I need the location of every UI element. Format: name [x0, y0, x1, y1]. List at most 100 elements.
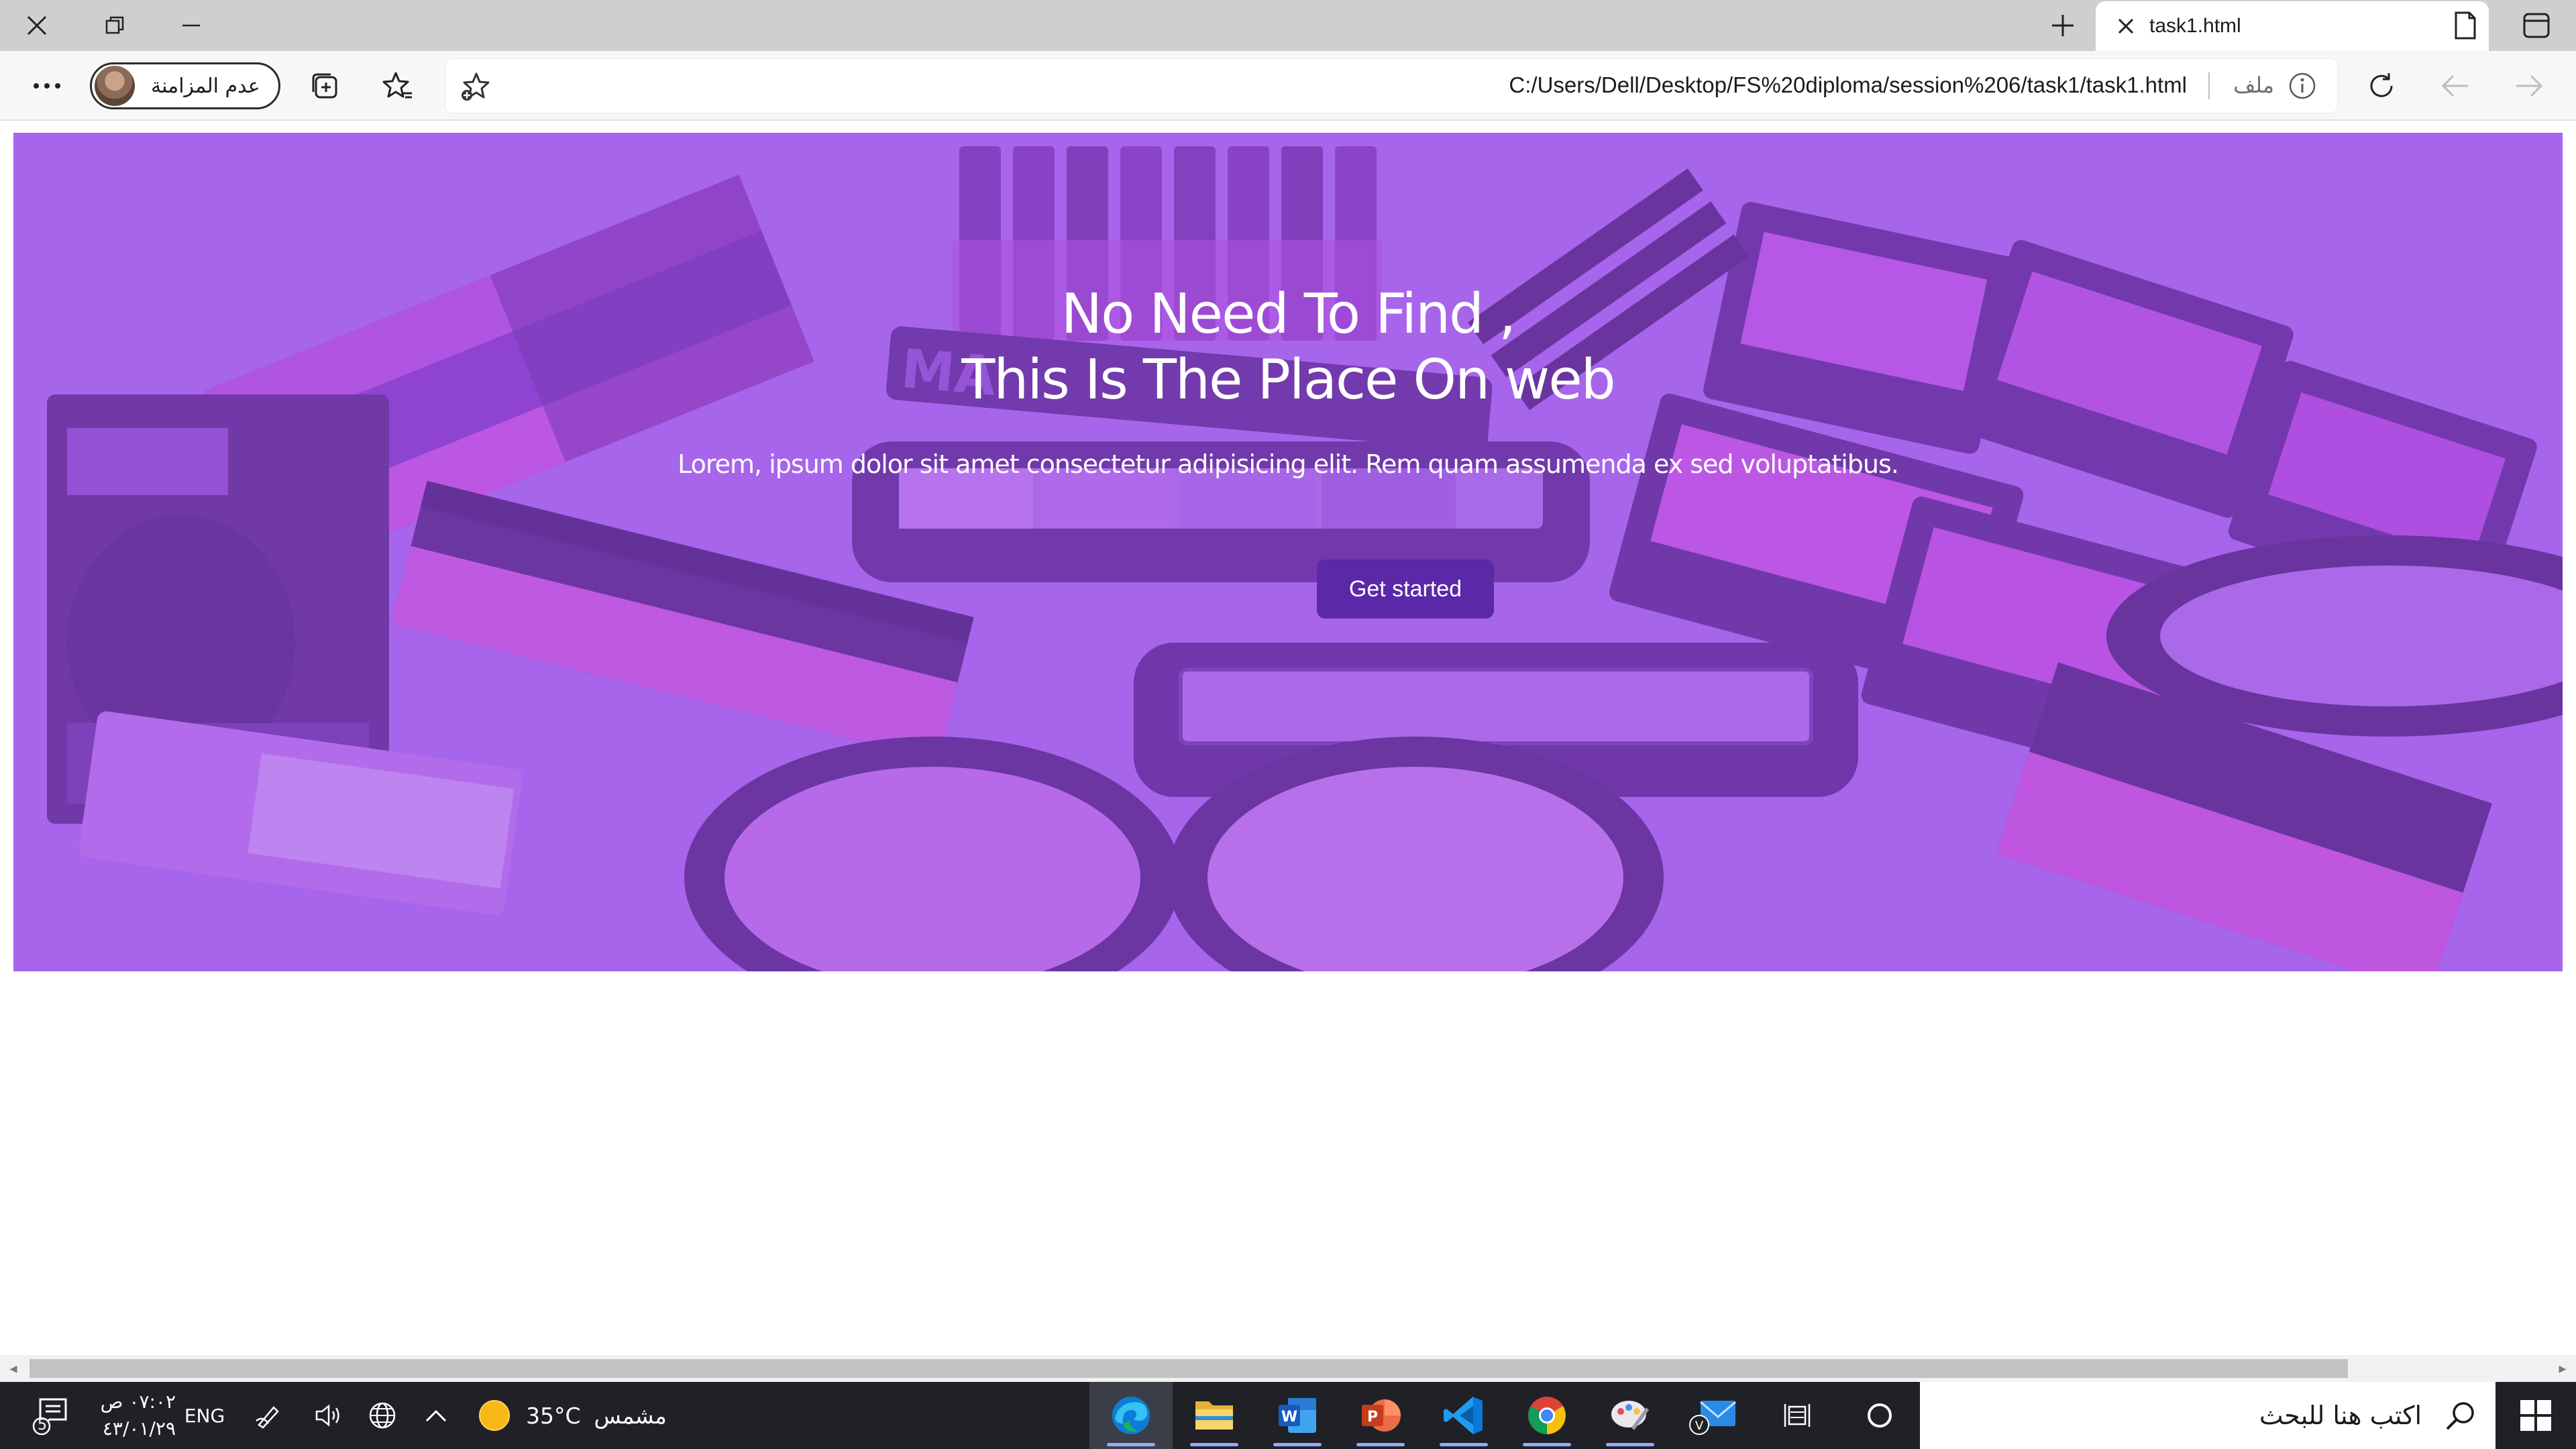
- restore-icon: [105, 16, 124, 34]
- clock-time: ٠٧:٠٢ ص: [100, 1391, 176, 1413]
- notifications-button[interactable]: 5: [24, 1382, 78, 1449]
- search-input[interactable]: اكتب هنا للبحث: [2259, 1401, 2422, 1430]
- taskbar-search[interactable]: اكتب هنا للبحث: [1920, 1382, 2496, 1449]
- arrow-left-icon: [2441, 74, 2468, 97]
- volume-icon: [315, 1404, 339, 1427]
- taskbar-file-explorer[interactable]: [1173, 1382, 1256, 1449]
- running-indicator: [1273, 1443, 1322, 1446]
- title-bar: task1.html: [0, 0, 2576, 51]
- chrome-icon: [1528, 1397, 1566, 1434]
- cortana-icon: [1868, 1403, 1892, 1428]
- favorites-list-icon: [382, 72, 412, 99]
- refresh-icon: [2370, 73, 2393, 97]
- running-indicator: [1440, 1443, 1488, 1446]
- volume-button[interactable]: [309, 1382, 349, 1449]
- address-bar[interactable]: C:/Users/Dell/Desktop/FS%20diploma/sessi…: [445, 59, 2337, 113]
- refresh-button[interactable]: [2355, 59, 2408, 113]
- pen-button[interactable]: [248, 1382, 288, 1449]
- favorites-button[interactable]: [370, 59, 424, 113]
- plus-icon: [2052, 15, 2074, 36]
- chevron-up-icon: [425, 1409, 447, 1422]
- url-divider: [2208, 72, 2210, 99]
- horizontal-scrollbar[interactable]: ◂ ▸: [0, 1355, 2576, 1382]
- taskbar-vscode[interactable]: [1422, 1382, 1505, 1449]
- tab-actions-button[interactable]: [2435, 0, 2496, 51]
- browser-toolbar: عدم المزامنة C:/Users/Dell/Desktop/FS%20…: [0, 51, 2576, 121]
- network-button[interactable]: [362, 1382, 402, 1449]
- taskbar: 5 ٠٧:٠٢ ص ٤٣/٠١/٢٩ ENG 35°C مشمس W P V ا…: [0, 1382, 2576, 1449]
- search-icon: [2446, 1402, 2474, 1430]
- hero-title-line2: This Is The Place On web: [961, 348, 1615, 412]
- start-button[interactable]: [2496, 1382, 2576, 1449]
- globe-icon: [369, 1402, 396, 1429]
- tab-close-button[interactable]: [2109, 9, 2143, 43]
- scrollbar-thumb[interactable]: [30, 1359, 2348, 1378]
- task-view-icon: [1784, 1404, 1811, 1427]
- hero-title: No Need To Find , This Is The Place On w…: [13, 282, 2563, 413]
- settings-menu-button[interactable]: [20, 59, 74, 113]
- clock[interactable]: ٠٧:٠٢ ص ٤٣/٠١/٢٩: [89, 1387, 176, 1444]
- back-button[interactable]: [2428, 59, 2482, 113]
- site-info-button[interactable]: [2286, 70, 2318, 102]
- forward-button[interactable]: [2502, 59, 2556, 113]
- avatar: [95, 66, 135, 106]
- svg-text:P: P: [1367, 1409, 1378, 1426]
- language-label: ENG: [184, 1404, 225, 1427]
- show-hidden-icons-button[interactable]: [416, 1382, 456, 1449]
- hero-description: Lorem, ipsum dolor sit amet consectetur …: [678, 449, 1899, 479]
- vscode-icon: [1444, 1397, 1483, 1434]
- profile-button[interactable]: عدم المزامنة: [90, 62, 280, 109]
- weather-condition: مشمس: [594, 1402, 667, 1429]
- weather-temp: 35°C: [526, 1402, 581, 1429]
- add-favorite-button[interactable]: [459, 70, 492, 103]
- collections-icon: [312, 73, 337, 99]
- taskbar-chrome[interactable]: [1505, 1382, 1589, 1449]
- tab-task1[interactable]: task1.html: [2096, 1, 2489, 51]
- sidebar-icon: [2523, 13, 2550, 38]
- close-icon: [2118, 18, 2134, 34]
- svg-text:W: W: [1281, 1409, 1297, 1426]
- star-add-icon: [462, 72, 490, 101]
- weather-widget[interactable]: 35°C مشمس: [476, 1382, 691, 1449]
- close-icon: [27, 15, 47, 36]
- collections-button[interactable]: [298, 59, 352, 113]
- tab-title: task1.html: [2149, 15, 2241, 37]
- vertical-tabs-button[interactable]: [2506, 0, 2567, 51]
- windows-logo-icon: [2520, 1400, 2551, 1431]
- hero-content: No Need To Find , This Is The Place On w…: [13, 133, 2563, 971]
- taskbar-mail[interactable]: V: [1672, 1382, 1755, 1449]
- page-icon: [2455, 11, 2476, 40]
- get-started-button[interactable]: Get started: [1317, 559, 1494, 619]
- hero-section: MA wet n wild: [13, 133, 2563, 971]
- running-indicator: [1356, 1443, 1405, 1446]
- minimize-icon: [182, 24, 200, 27]
- taskbar-paint[interactable]: [1589, 1382, 1672, 1449]
- svg-text:V: V: [1695, 1419, 1704, 1433]
- minimize-window-button[interactable]: [154, 0, 228, 51]
- new-tab-button[interactable]: [2033, 0, 2093, 51]
- taskbar-edge[interactable]: [1089, 1382, 1173, 1449]
- word-icon: W: [1279, 1398, 1316, 1433]
- restore-window-button[interactable]: [78, 0, 152, 51]
- clock-date: ٤٣/٠١/٢٩: [102, 1417, 176, 1440]
- url-text: C:/Users/Dell/Desktop/FS%20diploma/sessi…: [1509, 72, 2187, 97]
- close-window-button[interactable]: [0, 0, 74, 51]
- task-view-button[interactable]: [1755, 1382, 1838, 1449]
- more-icon: [34, 83, 60, 89]
- running-indicator: [1606, 1443, 1654, 1446]
- scroll-right-arrow[interactable]: ▸: [2549, 1355, 2576, 1382]
- sun-icon: [479, 1400, 510, 1431]
- language-indicator[interactable]: ENG: [181, 1382, 228, 1449]
- scroll-left-arrow[interactable]: ◂: [0, 1355, 27, 1382]
- mail-icon: V: [1689, 1401, 1736, 1435]
- cortana-button[interactable]: [1838, 1382, 1921, 1449]
- profile-label: عدم المزامنة: [151, 74, 260, 98]
- running-indicator: [1523, 1443, 1571, 1446]
- pen-icon: [256, 1406, 279, 1429]
- running-indicator: [1190, 1443, 1238, 1446]
- taskbar-word[interactable]: W: [1256, 1382, 1339, 1449]
- active-indicator: [1107, 1443, 1155, 1446]
- hero-title-line1: No Need To Find ,: [1061, 282, 1516, 346]
- taskbar-powerpoint[interactable]: P: [1339, 1382, 1422, 1449]
- notification-count: 5: [38, 1417, 47, 1434]
